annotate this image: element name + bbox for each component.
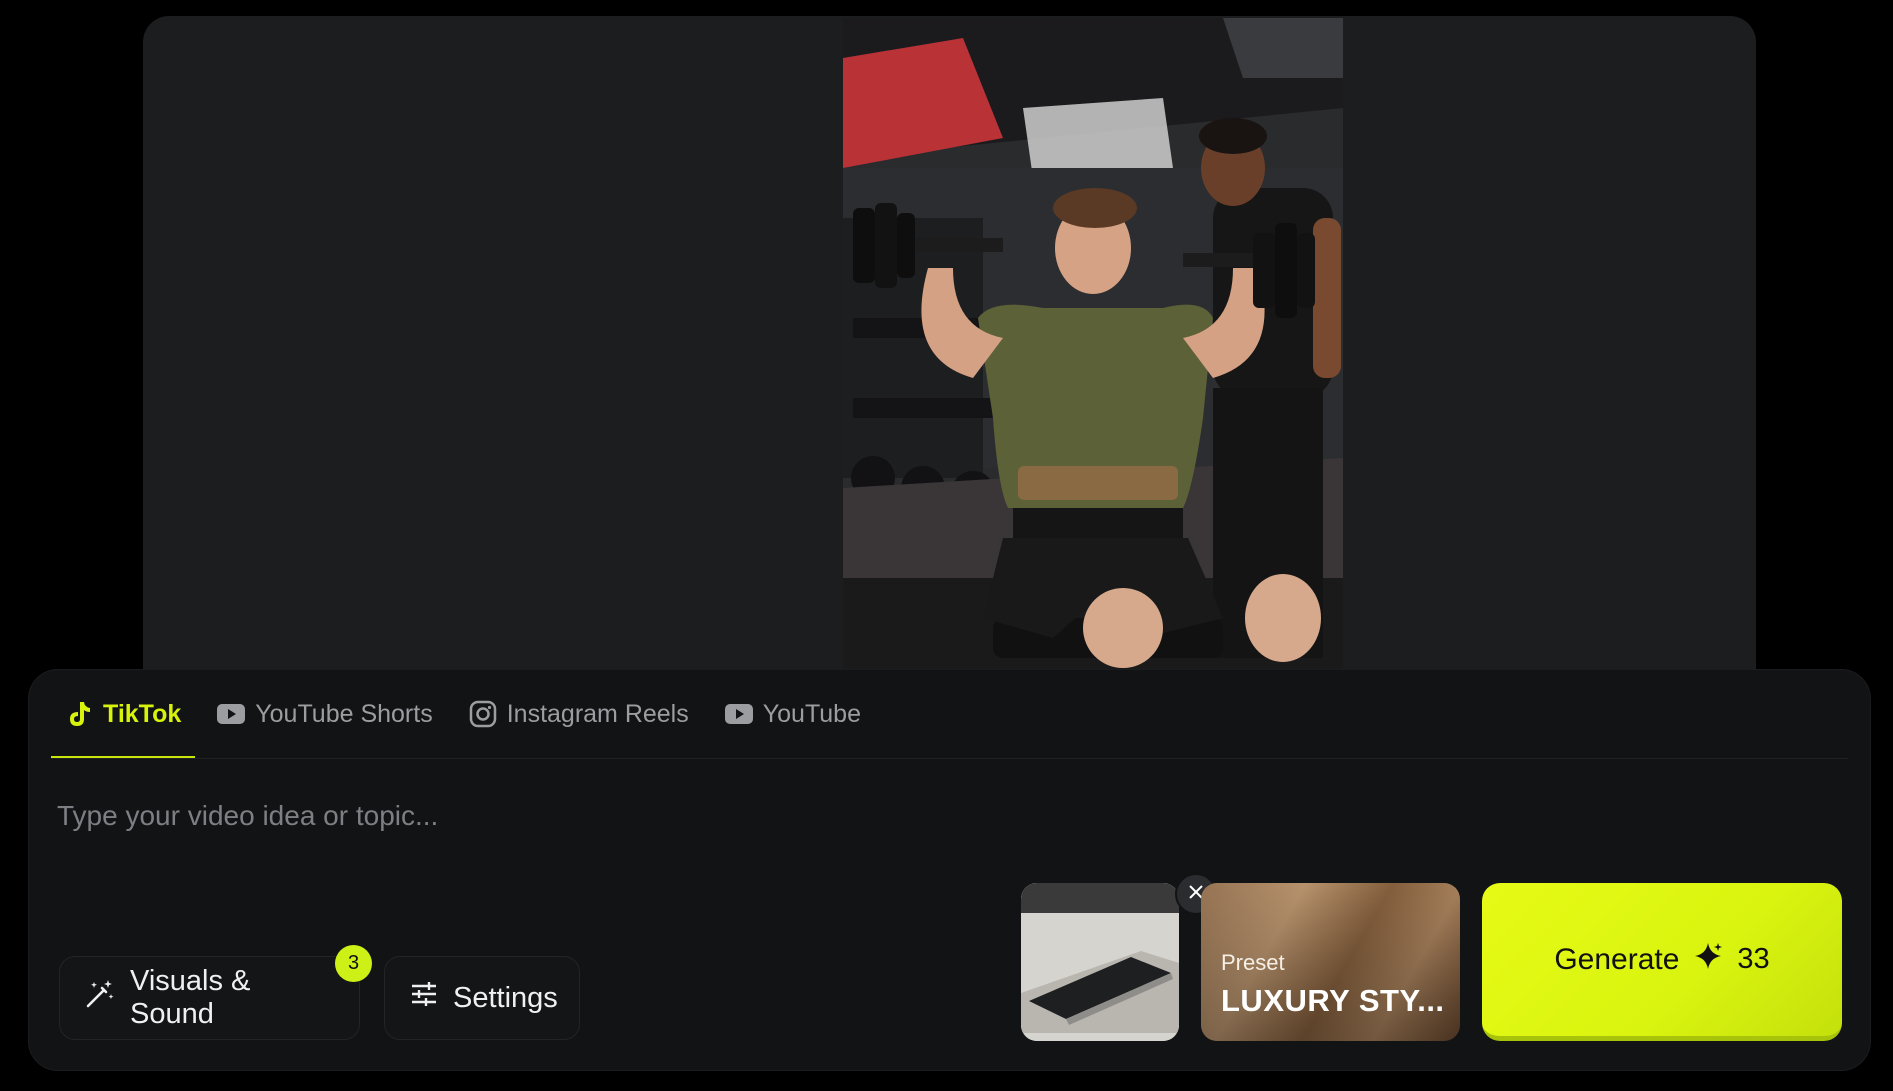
youtube-icon [217,700,246,728]
visuals-sound-button[interactable]: Visuals & Sound [59,956,360,1040]
settings-button[interactable]: Settings [384,956,580,1040]
tab-youtube-shorts[interactable]: YouTube Shorts [203,670,446,758]
sparkle-icon [1693,941,1723,979]
platform-tabs: TikTok YouTube Shorts Instagram Reels Yo… [51,670,1848,758]
tabs-divider [51,758,1848,759]
gym-scene-image [843,18,1343,670]
prompt-panel: TikTok YouTube Shorts Instagram Reels Yo… [28,669,1871,1071]
tab-tiktok[interactable]: TikTok [51,670,196,758]
tab-instagram-reels[interactable]: Instagram Reels [455,670,703,758]
tiktok-icon [65,700,93,728]
tab-label: Instagram Reels [506,699,689,728]
video-idea-input[interactable] [57,786,957,846]
settings-label: Settings [453,981,558,1014]
preset-label: Preset [1221,950,1285,975]
magic-wand-icon [84,978,116,1018]
video-stage [143,16,1756,716]
generate-button[interactable]: Generate 33 [1482,883,1842,1041]
tab-label: YouTube [762,699,861,728]
preset-name: LUXURY STY... [1221,983,1445,1018]
visuals-sound-label: Visuals & Sound [130,965,251,1030]
generate-label: Generate [1554,942,1680,976]
video-preview[interactable] [843,18,1343,670]
sliders-icon [409,979,439,1017]
tab-label: YouTube Shorts [255,699,433,728]
youtube-icon [724,700,753,728]
reference-image-thumbnail[interactable] [1021,883,1179,1041]
tab-youtube[interactable]: YouTube [711,670,875,758]
preset-card[interactable]: Preset LUXURY STY... [1201,883,1460,1041]
credits-count: 33 [1737,943,1770,975]
visuals-count-badge: 3 [335,945,372,982]
phone-image [1021,883,1179,1041]
instagram-icon [469,700,497,728]
tab-label: TikTok [103,699,182,728]
